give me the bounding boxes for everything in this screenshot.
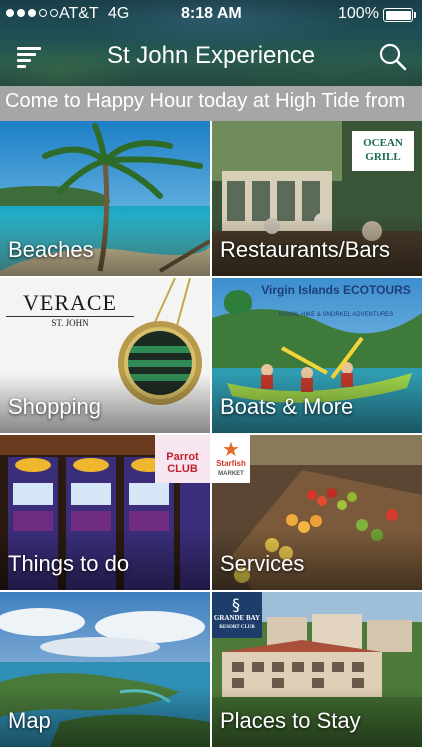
- tile-shopping[interactable]: VERACE ST. JOHN Shopping: [0, 278, 210, 433]
- ecotours-logo: Virgin Islands ECOTOURS: [261, 283, 411, 297]
- tile-boats-more[interactable]: Virgin Islands ECOTOURS KAYAK, HIKE & SN…: [212, 278, 422, 433]
- tile-label: Services: [220, 551, 305, 576]
- tile-label: Beaches: [8, 237, 94, 262]
- tile-label: Things to do: [8, 551, 130, 576]
- seahorse-icon: §: [232, 595, 240, 614]
- status-time: 8:18 AM: [181, 5, 242, 22]
- app-header: AT&T 4G 8:18 AM 100% St John Experience: [0, 0, 422, 86]
- tile-beaches[interactable]: Beaches: [0, 121, 210, 276]
- ecotours-logo-subtitle: KAYAK, HIKE & SNORKEL ADVENTURES: [278, 312, 394, 318]
- tile-label: Shopping: [8, 394, 101, 419]
- tile-label: Places to Stay: [220, 708, 361, 733]
- announcement-ticker[interactable]: Come to Happy Hour today at High Tide fr…: [0, 86, 422, 121]
- grande-bay-logo-subtitle: RESORT CLUB: [219, 625, 255, 630]
- grande-bay-logo-text: GRANDE BAY: [213, 614, 261, 622]
- parrot-club-logo: Parrot CLUB: [155, 435, 210, 483]
- tile-label: Restaurants/Bars: [220, 237, 390, 262]
- turtle-icon: [224, 290, 252, 314]
- verace-logo: VERACE: [6, 290, 134, 317]
- battery-icon: [383, 8, 413, 22]
- verace-logo-subtitle: ST. JOHN: [51, 318, 89, 328]
- ocean-grill-logo: OCEAN GRILL: [352, 131, 414, 171]
- battery-tip: [414, 12, 416, 18]
- tile-services[interactable]: Starfish MARKET ★ Services: [212, 435, 422, 590]
- starfish-logo-subtitle: MARKET: [218, 471, 244, 477]
- tile-map[interactable]: Map: [0, 592, 210, 747]
- category-grid: Beaches OCEAN GRILL Restaurants/Bars VER…: [0, 121, 422, 750]
- tile-things-to-do[interactable]: Parrot CLUB Things to do: [0, 435, 210, 590]
- carrier-name: AT&T: [59, 5, 99, 22]
- tile-places-to-stay[interactable]: GRANDE BAY RESORT CLUB § Places to Stay: [212, 592, 422, 747]
- network-type: 4G: [108, 5, 130, 22]
- ticker-text: Come to Happy Hour today at High Tide fr…: [5, 90, 406, 112]
- tile-label: Map: [8, 708, 51, 733]
- page-title: St John Experience: [106, 42, 316, 69]
- search-icon[interactable]: [378, 42, 408, 72]
- signal-strength-icon: [6, 9, 58, 17]
- starfish-icon: ★: [222, 437, 240, 461]
- tile-label: Boats & More: [220, 394, 354, 419]
- battery-percent: 100%: [338, 5, 379, 22]
- status-bar: AT&T 4G 8:18 AM 100%: [0, 0, 422, 30]
- tile-restaurants-bars[interactable]: OCEAN GRILL Restaurants/Bars: [212, 121, 422, 276]
